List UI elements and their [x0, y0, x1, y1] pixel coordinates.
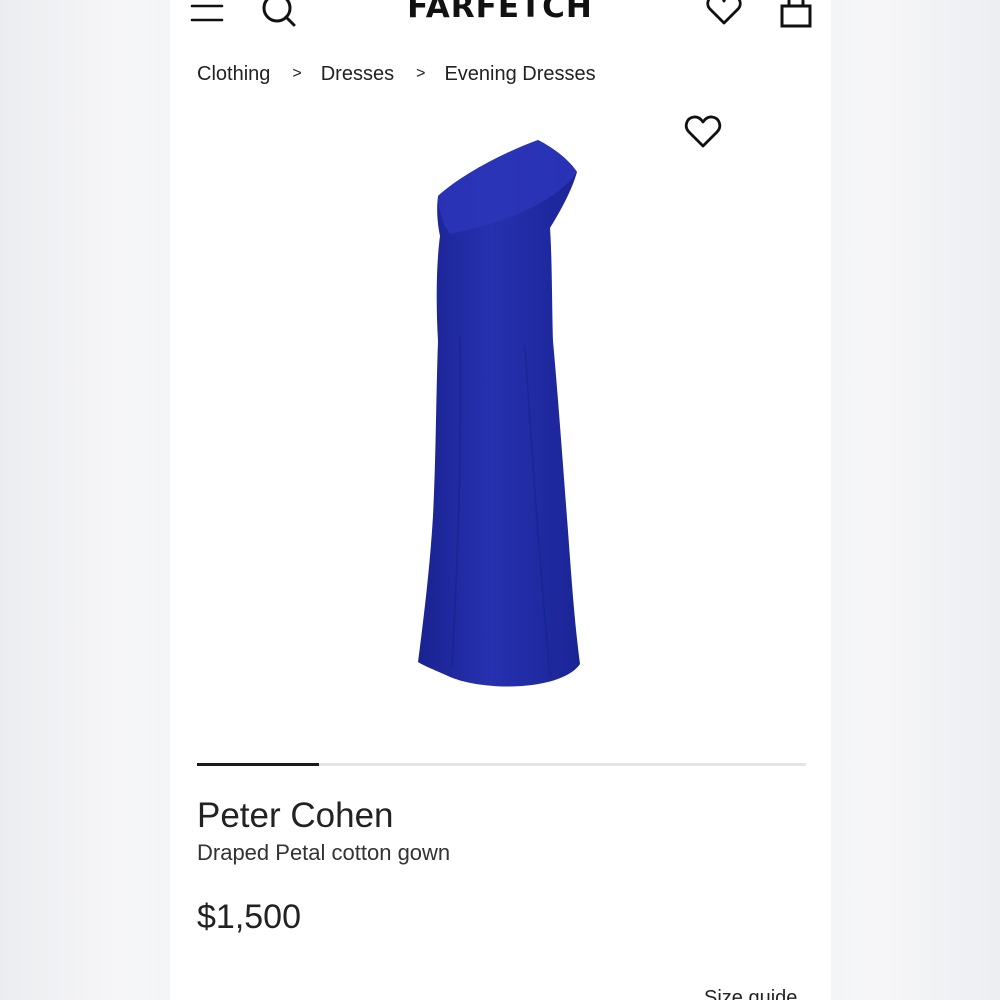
breadcrumb-item-evening-dresses[interactable]: Evening Dresses	[444, 63, 595, 86]
product-name: Draped Petal cotton gown	[197, 840, 451, 865]
breadcrumb: Clothing > Dresses > Evening Dresses	[197, 60, 596, 88]
add-to-wishlist-heart-icon[interactable]	[683, 115, 723, 151]
gallery-progress-bar	[197, 763, 806, 766]
product-price: $1,500	[197, 898, 301, 936]
product-image[interactable]	[400, 136, 600, 692]
breadcrumb-item-clothing[interactable]: Clothing	[197, 63, 270, 86]
search-icon[interactable]	[260, 0, 300, 30]
breadcrumb-separator: >	[292, 65, 302, 82]
brand-logo[interactable]: FARFETCH	[370, 0, 630, 25]
menu-icon[interactable]	[190, 0, 224, 28]
product-brand[interactable]: Peter Cohen	[197, 796, 394, 836]
top-navigation-bar: FARFETCH	[170, 0, 831, 40]
breadcrumb-separator: >	[416, 65, 426, 82]
dress-illustration	[418, 140, 580, 687]
breadcrumb-item-dresses[interactable]: Dresses	[321, 63, 394, 86]
gallery-progress-fill	[197, 763, 319, 766]
size-guide-link[interactable]: Size guide	[704, 986, 797, 1000]
wishlist-heart-icon[interactable]	[704, 0, 744, 28]
shopping-bag-icon[interactable]	[776, 0, 816, 30]
product-page: FARFETCH Clothing > Dresses > Evening Dr…	[170, 0, 831, 1000]
